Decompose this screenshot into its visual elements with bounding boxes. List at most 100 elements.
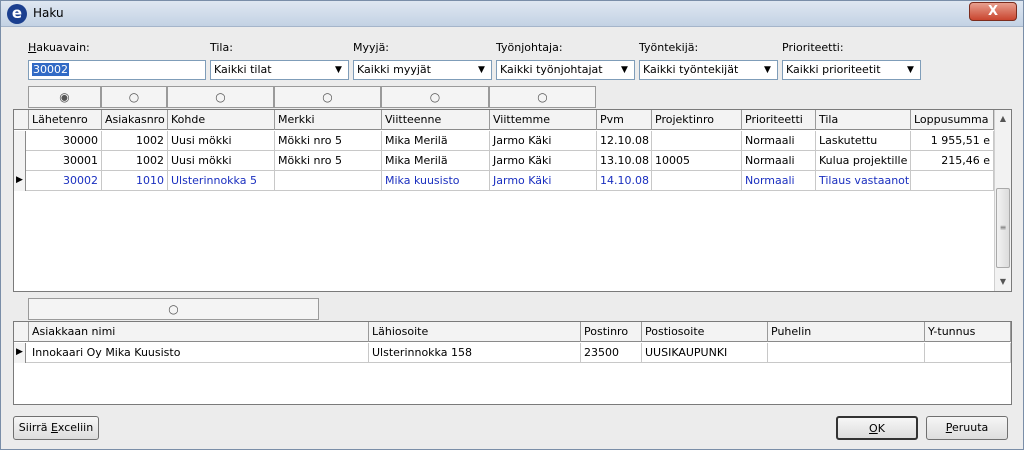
cell-puhelin	[768, 343, 925, 363]
hakuavain-label: Hakuavain:	[28, 41, 90, 54]
myyja-label: Myyjä:	[353, 41, 390, 54]
cell-lahetenro: 30001	[29, 151, 102, 171]
cell-tila: Laskutettu	[816, 131, 911, 151]
chevron-down-icon[interactable]: ▼	[902, 62, 919, 78]
cell-lahetenro: 30000	[29, 131, 102, 151]
column-header[interactable]: Lähiosoite	[369, 322, 581, 342]
sort-radio-merkki[interactable]: ○	[274, 86, 381, 108]
cell-asiakasnro: 1002	[102, 131, 168, 151]
table-row[interactable]: 30000 1002 Uusi mökki Mökki nro 5 Mika M…	[14, 131, 994, 151]
cell-y-tunnus	[925, 343, 1011, 363]
column-header[interactable]: Prioriteetti	[742, 110, 816, 130]
cell-merkki: Mökki nro 5	[275, 131, 382, 151]
scroll-down-icon[interactable]: ▼	[995, 274, 1011, 290]
cell-postiosoite: UUSIKAUPUNKI	[642, 343, 768, 363]
cell-projektinro	[652, 171, 742, 191]
cell-projektinro: 10005	[652, 151, 742, 171]
orders-grid: Lähetenro Asiakasnro Kohde Merkki Viitte…	[13, 109, 1012, 292]
table-row-current[interactable]: ▶ Innokaari Oy Mika Kuusisto Ulsterinnok…	[14, 343, 1011, 363]
column-header[interactable]: Viittemme	[490, 110, 597, 130]
cell-prioriteetti: Normaali	[742, 151, 816, 171]
table-row-current[interactable]: ▶ 30002 1010 Ulsterinnokka 5 Mika kuusis…	[14, 171, 994, 191]
prioriteetti-select[interactable]: Kaikki prioriteetit ▼	[782, 60, 921, 80]
ok-button[interactable]: OK	[836, 416, 918, 440]
tila-label: Tila:	[210, 41, 233, 54]
cell-merkki	[275, 171, 382, 191]
column-header[interactable]: Pvm	[597, 110, 652, 130]
chevron-down-icon[interactable]: ▼	[330, 62, 347, 78]
window-title: Haku	[33, 6, 64, 20]
cell-pvm: 12.10.08	[597, 131, 652, 151]
column-header[interactable]: Kohde	[168, 110, 275, 130]
column-header[interactable]: Merkki	[275, 110, 382, 130]
cell-pvm: 14.10.08	[597, 171, 652, 191]
export-excel-button[interactable]: Siirrä Exceliin	[13, 416, 99, 440]
cancel-button[interactable]: Peruuta	[926, 416, 1008, 440]
cell-loppusumma: 215,46 e	[911, 151, 994, 171]
cell-kohde: Uusi mökki	[168, 151, 275, 171]
cell-viitteenne: Mika Merilä	[382, 151, 490, 171]
app-logo-icon: e	[7, 4, 27, 24]
cell-viitteenne: Mika kuusisto	[382, 171, 490, 191]
sort-radio-asiakasnro[interactable]: ○	[101, 86, 167, 108]
chevron-down-icon[interactable]: ▼	[473, 62, 490, 78]
sort-radio-viittemme[interactable]: ○	[489, 86, 596, 108]
column-header[interactable]: Lähetenro	[29, 110, 102, 130]
column-header[interactable]: Asiakkaan nimi	[29, 322, 369, 342]
title-bar: e Haku X	[1, 1, 1023, 27]
cell-loppusumma	[911, 171, 994, 191]
row-selector[interactable]	[14, 131, 26, 151]
cell-tila: Tilaus vastaanotettu	[816, 171, 911, 191]
sort-radio-asiakkaan-nimi[interactable]: ○	[28, 298, 319, 320]
cell-viittemme: Jarmo Käki	[490, 171, 597, 191]
column-header[interactable]: Tila	[816, 110, 911, 130]
chevron-down-icon[interactable]: ▼	[616, 62, 633, 78]
customer-grid: Asiakkaan nimi Lähiosoite Postinro Posti…	[13, 321, 1012, 405]
cell-loppusumma: 1 955,51 e	[911, 131, 994, 151]
cell-viitteenne: Mika Merilä	[382, 131, 490, 151]
customer-header: Asiakkaan nimi Lähiosoite Postinro Posti…	[14, 322, 1011, 342]
haku-dialog: e Haku X Hakuavain: Tila: Myyjä: Työnjoh…	[0, 0, 1024, 450]
hakuavain-input[interactable]: 30002	[28, 60, 206, 80]
sort-radio-kohde[interactable]: ○	[167, 86, 274, 108]
column-header[interactable]: Projektinro	[652, 110, 742, 130]
column-header[interactable]: Asiakasnro	[102, 110, 168, 130]
close-button[interactable]: X	[969, 2, 1017, 21]
cell-viittemme: Jarmo Käki	[490, 131, 597, 151]
column-header[interactable]: Loppusumma	[911, 110, 994, 130]
orders-header: Lähetenro Asiakasnro Kohde Merkki Viitte…	[14, 110, 994, 130]
tyontekija-label: Työntekijä:	[639, 41, 699, 54]
sort-radio-lahetenro[interactable]: ◉	[28, 86, 101, 108]
column-header[interactable]: Postinro	[581, 322, 642, 342]
current-row-marker-icon[interactable]: ▶	[14, 171, 26, 191]
tyonjohtaja-select[interactable]: Kaikki työnjohtajat ▼	[496, 60, 635, 80]
column-header[interactable]: Postiosoite	[642, 322, 768, 342]
sort-radio-viitteenne[interactable]: ○	[381, 86, 489, 108]
column-header[interactable]: Viitteenne	[382, 110, 490, 130]
cell-asiakasnro: 1002	[102, 151, 168, 171]
orders-scrollbar[interactable]: ▲ ≡ ▼	[994, 110, 1011, 291]
cell-asiakasnro: 1010	[102, 171, 168, 191]
cell-prioriteetti: Normaali	[742, 131, 816, 151]
cell-kohde: Ulsterinnokka 5	[168, 171, 275, 191]
table-row[interactable]: 30001 1002 Uusi mökki Mökki nro 5 Mika M…	[14, 151, 994, 171]
prioriteetti-label: Prioriteetti:	[782, 41, 844, 54]
column-header[interactable]: Puhelin	[768, 322, 925, 342]
cell-asiakkaan-nimi: Innokaari Oy Mika Kuusisto	[29, 343, 369, 363]
scroll-up-icon[interactable]: ▲	[995, 111, 1011, 127]
cell-pvm: 13.10.08	[597, 151, 652, 171]
cell-tila: Kulua projektille	[816, 151, 911, 171]
tyontekija-select[interactable]: Kaikki työntekijät ▼	[639, 60, 778, 80]
current-row-marker-icon[interactable]: ▶	[14, 343, 26, 363]
cell-prioriteetti: Normaali	[742, 171, 816, 191]
tila-select[interactable]: Kaikki tilat ▼	[210, 60, 349, 80]
cell-lahiosoite: Ulsterinnokka 158	[369, 343, 581, 363]
row-selector[interactable]	[14, 151, 26, 171]
header-corner	[14, 110, 29, 130]
cell-postinro: 23500	[581, 343, 642, 363]
myyja-select[interactable]: Kaikki myyjät ▼	[353, 60, 492, 80]
header-corner	[14, 322, 29, 342]
scroll-thumb[interactable]: ≡	[996, 188, 1010, 268]
column-header[interactable]: Y-tunnus	[925, 322, 1011, 342]
chevron-down-icon[interactable]: ▼	[759, 62, 776, 78]
